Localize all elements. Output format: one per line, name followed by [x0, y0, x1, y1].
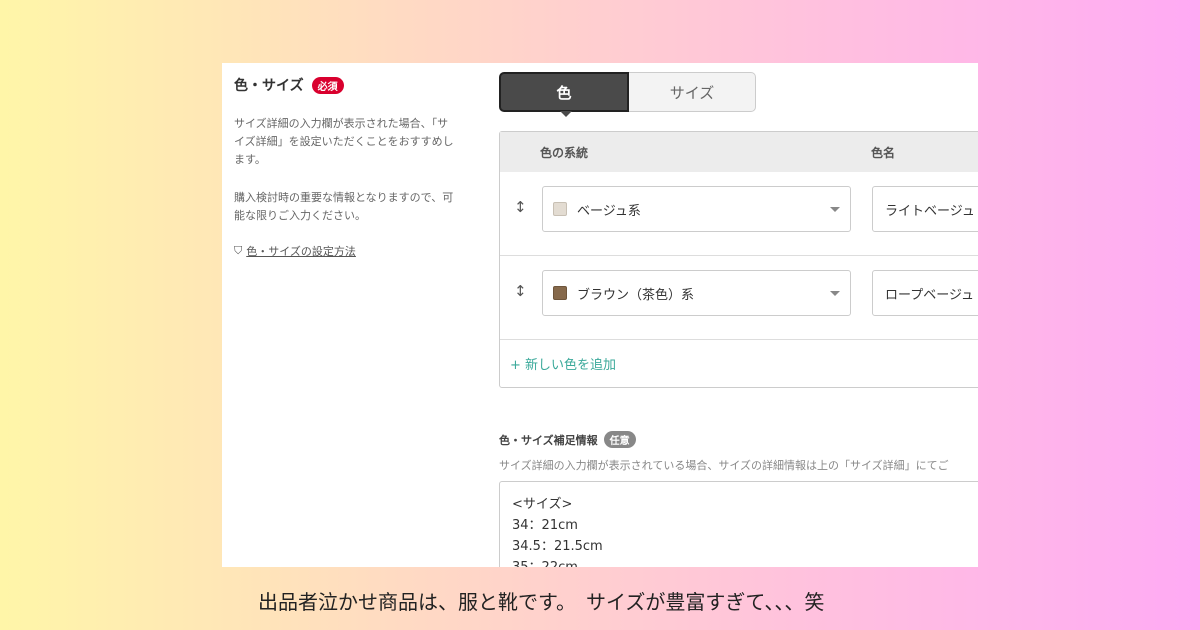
- table-header: 色の系統 色名: [500, 132, 978, 172]
- textarea-line: <サイズ>: [512, 497, 573, 512]
- color-family-select[interactable]: ブラウン（茶色）系: [542, 270, 851, 316]
- tab-size[interactable]: サイズ: [629, 72, 756, 112]
- section-info: 色・サイズ 必須 サイズ詳細の入力欄が表示された場合、「サ イズ詳細」を設定いた…: [234, 75, 480, 259]
- color-table: 色の系統 色名 ↕ ベージュ系 ライトベージュ ↕ ブラウン（茶色）系 ロープベ…: [499, 131, 978, 388]
- help-link[interactable]: ⛉ 色・サイズの設定方法: [234, 243, 480, 259]
- header-color-name: 色名: [871, 146, 896, 160]
- color-name-input[interactable]: ロープベージュ: [872, 270, 978, 316]
- required-badge: 必須: [311, 76, 344, 94]
- textarea-line: 34：21cm: [512, 518, 578, 533]
- textarea-line: 34.5：21.5cm: [512, 539, 603, 554]
- chevron-down-icon: [830, 207, 840, 212]
- desc-line: イズ詳細」を設定いただくことをおすすめし: [234, 135, 454, 148]
- color-swatch: [553, 286, 567, 300]
- supplement-title: 色・サイズ補足情報: [499, 433, 598, 447]
- header-color-family: 色の系統: [540, 146, 589, 160]
- table-row: ↕ ベージュ系 ライトベージュ: [500, 172, 978, 256]
- shield-icon: ⛉: [234, 244, 243, 257]
- section-description: サイズ詳細の入力欄が表示された場合、「サ イズ詳細」を設定いただくことをおすすめ…: [234, 115, 480, 169]
- color-name-input[interactable]: ライトベージュ: [872, 186, 978, 232]
- supplement-note: サイズ詳細の入力欄が表示されている場合、サイズの詳細情報は上の「サイズ詳細」にて…: [499, 459, 949, 472]
- add-color-button[interactable]: + 新しい色を追加: [510, 354, 616, 373]
- drag-handle-icon[interactable]: ↕: [514, 198, 527, 216]
- desc-line: 購入検討時の重要な情報となりますので、可: [234, 191, 454, 204]
- drag-handle-icon[interactable]: ↕: [514, 282, 527, 300]
- color-family-value: ブラウン（茶色）系: [577, 287, 695, 303]
- caption-text: 出品者泣かせ商品は、服と靴です。 サイズが豊富すぎて、、、笑: [258, 590, 825, 614]
- form-panel: 色・サイズ 必須 サイズ詳細の入力欄が表示された場合、「サ イズ詳細」を設定いた…: [222, 63, 978, 567]
- desc-line: サイズ詳細の入力欄が表示された場合、「サ: [234, 117, 449, 130]
- table-row: ↕ ブラウン（茶色）系 ロープベージュ: [500, 256, 978, 340]
- section-title: 色・サイズ: [234, 78, 304, 94]
- tab-bar: 色 サイズ: [499, 72, 756, 117]
- textarea-line: 35：22cm: [512, 557, 976, 567]
- supplement-textarea[interactable]: <サイズ> 34：21cm 34.5：21.5cm 35：22cm: [499, 481, 978, 567]
- optional-badge: 任意: [603, 431, 636, 448]
- desc-line: 能な限りご入力ください。: [234, 209, 366, 222]
- desc-line: ます。: [234, 153, 266, 166]
- help-link-label: 色・サイズの設定方法: [246, 245, 356, 258]
- section-title-row: 色・サイズ 必須: [234, 75, 480, 95]
- section-description-2: 購入検討時の重要な情報となりますので、可 能な限りご入力ください。: [234, 189, 480, 225]
- color-swatch: [553, 202, 567, 216]
- tab-color[interactable]: 色: [499, 72, 629, 117]
- supplement-title-row: 色・サイズ補足情報 任意: [499, 431, 636, 448]
- chevron-down-icon: [830, 291, 840, 296]
- color-family-select[interactable]: ベージュ系: [542, 186, 851, 232]
- color-family-value: ベージュ系: [577, 203, 641, 219]
